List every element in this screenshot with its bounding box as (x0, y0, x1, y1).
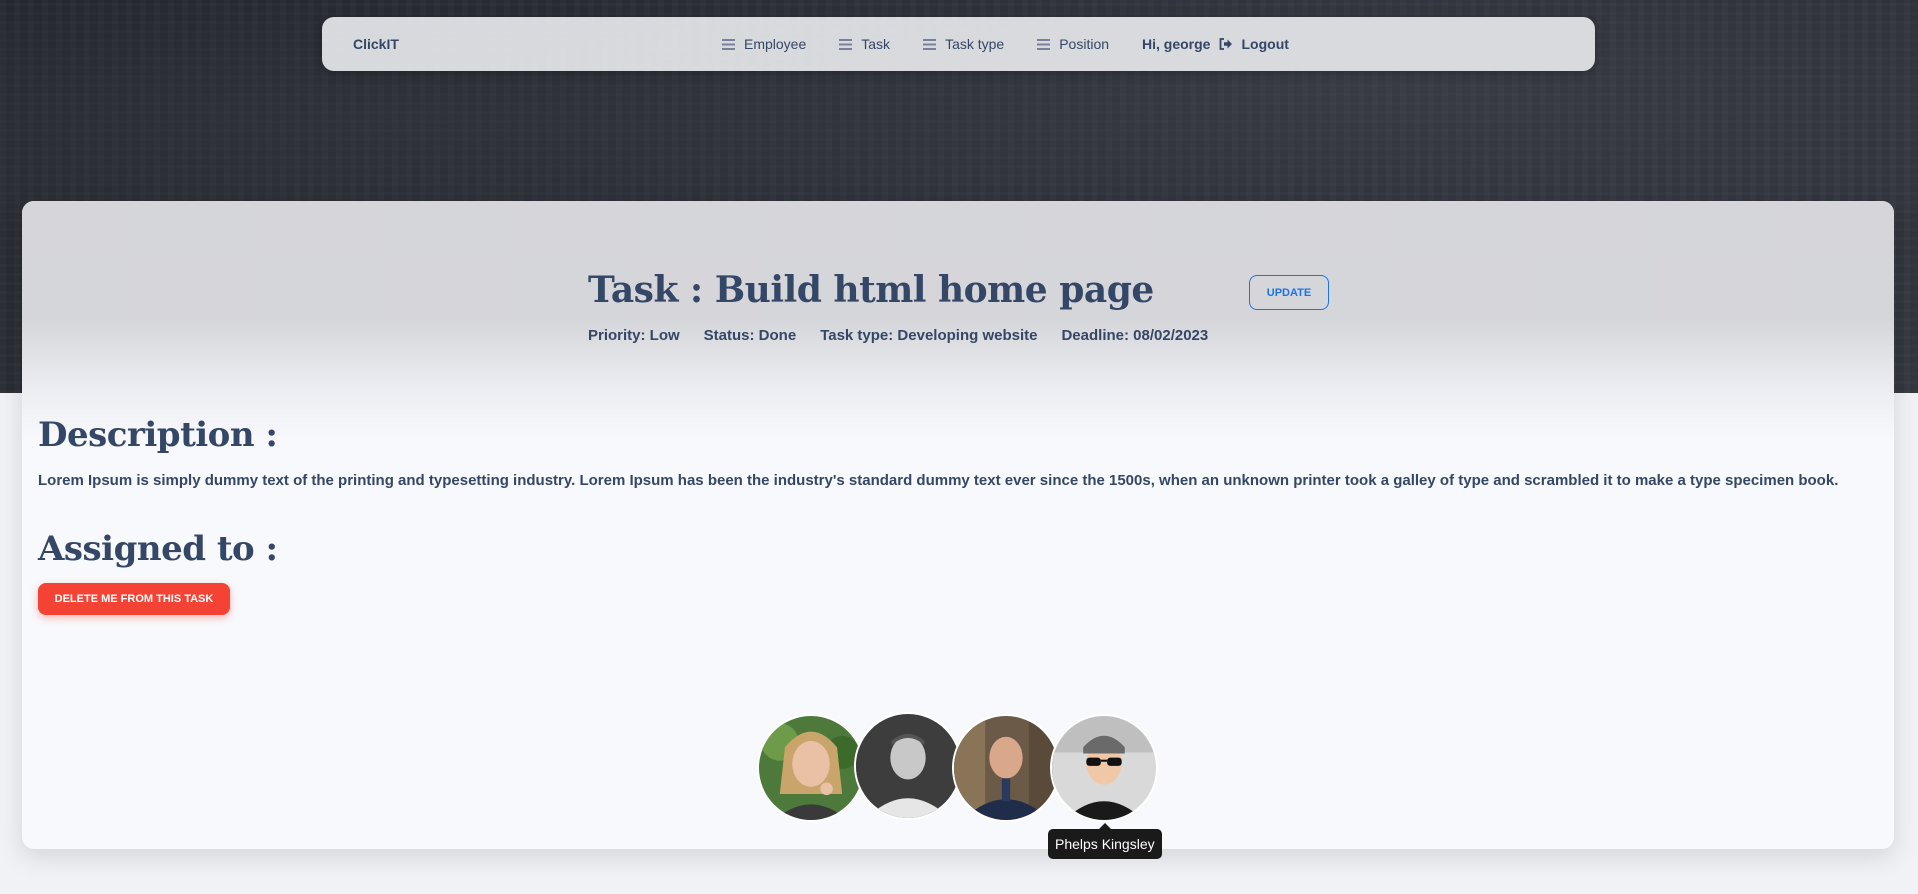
top-navbar: ClickIT Employee Task Task type Position… (322, 17, 1595, 71)
avatar-photo (759, 716, 863, 820)
avatar-name-tooltip: Phelps Kingsley (1048, 823, 1162, 859)
description-text: Lorem Ipsum is simply dummy text of the … (38, 472, 1839, 489)
update-button[interactable]: UPDATE (1249, 275, 1329, 310)
nav-item-task[interactable]: Task (839, 36, 890, 52)
brand-logo[interactable]: ClickIT (353, 17, 399, 71)
task-type: Task type: Developing website (820, 327, 1038, 344)
list-icon (1037, 38, 1051, 50)
avatar-photo (856, 714, 960, 818)
task-deadline: Deadline: 08/02/2023 (1061, 327, 1209, 344)
nav-item-label: Position (1059, 36, 1110, 52)
user-greeting: Hi, george (1142, 36, 1211, 52)
user-area: Hi, george Logout (1142, 36, 1289, 52)
avatar[interactable] (757, 714, 865, 822)
nav-item-employee[interactable]: Employee (722, 36, 806, 52)
card-header (22, 201, 1894, 441)
description-heading: Description : (38, 415, 278, 455)
assigned-heading: Assigned to : (38, 529, 278, 569)
list-icon (722, 38, 735, 50)
avatar[interactable] (854, 712, 962, 820)
avatar[interactable] (952, 714, 1060, 822)
task-meta: Priority: Low Status: Done Task type: De… (588, 327, 1232, 344)
logout-button[interactable]: Logout (1219, 36, 1289, 52)
task-status: Status: Done (703, 327, 797, 344)
logout-label: Logout (1241, 36, 1289, 52)
nav-item-task-type[interactable]: Task type (923, 36, 1004, 52)
nav-links: Employee Task Task type Position Hi, geo… (722, 17, 1289, 71)
nav-item-label: Task type (945, 36, 1005, 52)
nav-item-label: Task (861, 36, 891, 52)
list-icon (839, 38, 853, 50)
sign-out-icon (1220, 38, 1233, 50)
task-priority: Priority: Low (588, 327, 680, 344)
avatar[interactable] (1050, 714, 1158, 822)
nav-item-label: Employee (744, 36, 807, 52)
avatar-photo (1052, 716, 1156, 820)
delete-me-from-task-button[interactable]: DELETE ME FROM THIS TASK (38, 583, 230, 615)
list-icon (923, 38, 937, 50)
nav-item-position[interactable]: Position (1037, 36, 1109, 52)
avatar-photo (954, 716, 1058, 820)
task-title: Task : Build html home page (588, 269, 1154, 311)
